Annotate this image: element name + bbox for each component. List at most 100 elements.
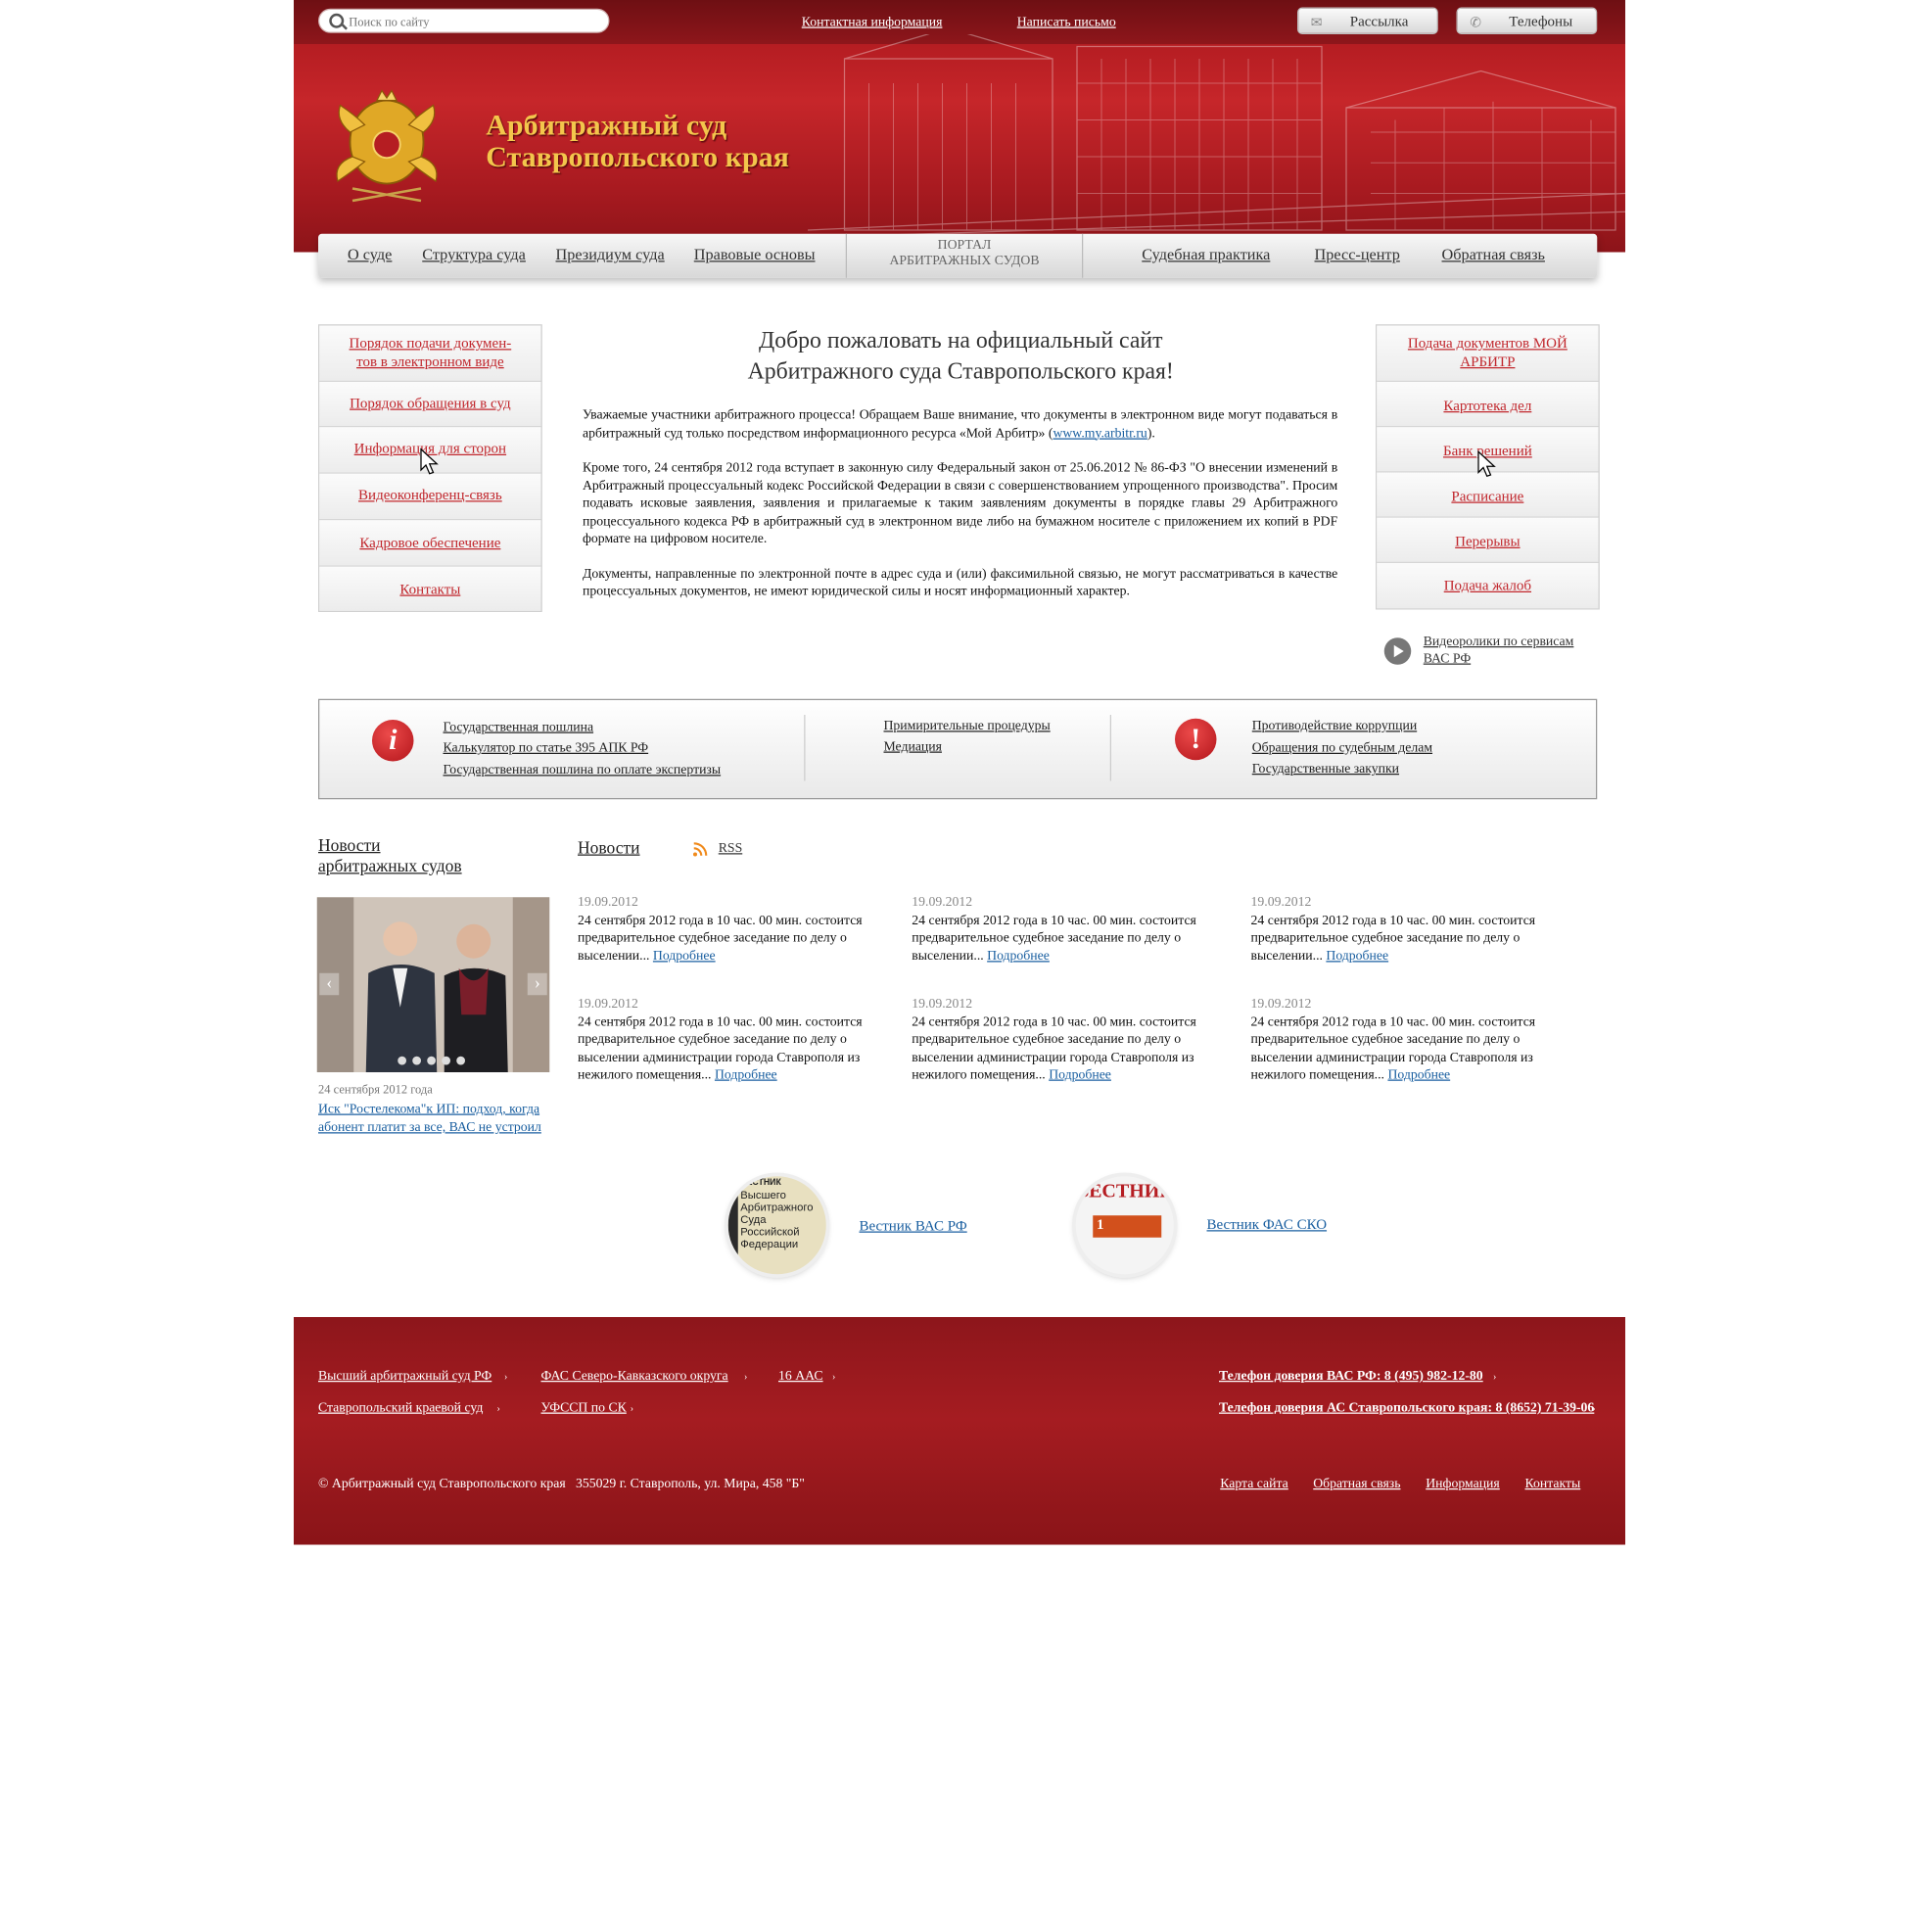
- arrow-icon: ›: [504, 1371, 508, 1383]
- conciliation-link[interactable]: Примирительные процедуры: [884, 719, 1051, 733]
- portal-line1: ПОРТАЛ: [937, 237, 992, 253]
- arrow-icon: ›: [744, 1371, 748, 1383]
- search-box: [318, 8, 610, 33]
- courthouse-illustration: [808, 34, 1625, 238]
- news-more-link[interactable]: Подробнее: [1387, 1067, 1450, 1082]
- news-text: нежилого помещения...: [1250, 1067, 1385, 1082]
- left-menu-item-electronic-filing[interactable]: Порядок подачи докумен- тов в электронно…: [319, 325, 541, 382]
- right-menu-item-my-arbitr[interactable]: Подача документов МОЙ АРБИТР: [1377, 325, 1599, 382]
- address-text: 355029 г. Ставрополь, ул. Мира, 458 "Б": [576, 1476, 805, 1491]
- fas-bulletin-link[interactable]: Вестник ФАС СКО: [1207, 1215, 1328, 1234]
- rss-link[interactable]: RSS: [719, 841, 742, 856]
- phones-button[interactable]: ✆ Телефоны: [1456, 7, 1598, 34]
- expertise-duty-link[interactable]: Государственная пошлина по оплате экспер…: [444, 763, 722, 778]
- footer-link-16aas[interactable]: 16 ААС: [778, 1369, 823, 1384]
- anti-corruption-link[interactable]: Противодействие коррупции: [1252, 719, 1417, 733]
- slider-next-arrow[interactable]: ›: [527, 972, 547, 996]
- news-text: выселении...: [1250, 948, 1323, 964]
- footer-phone-as[interactable]: Телефон доверия АС Ставропольского края:…: [1219, 1400, 1594, 1415]
- news-date: 19.09.2012: [912, 894, 973, 910]
- my-arbitr-link[interactable]: www.my.arbitr.ru: [1053, 425, 1147, 440]
- slider-dot[interactable]: [456, 1056, 465, 1065]
- footer-phone-vas[interactable]: Телефон доверия ВАС РФ: 8 (495) 982-12-8…: [1219, 1369, 1483, 1384]
- right-menu-item-complaints[interactable]: Подача жалоб: [1377, 563, 1599, 609]
- left-menu-item-contacts[interactable]: Контакты: [319, 566, 541, 611]
- slider-prev-arrow[interactable]: ‹: [319, 972, 340, 996]
- nav-item-structure[interactable]: Структура суда: [422, 245, 526, 264]
- news-more-link[interactable]: Подробнее: [653, 948, 716, 963]
- public-procurement-link[interactable]: Государственные закупки: [1252, 762, 1399, 777]
- vas-cover-text: Федерации: [740, 1237, 799, 1250]
- footer-link-feedback[interactable]: Обратная связь: [1313, 1477, 1400, 1491]
- left-menu-label: Кадровое обеспечение: [359, 534, 501, 551]
- nav-item-presidium[interactable]: Президиум суда: [556, 245, 665, 264]
- court-cases-appeals-link[interactable]: Обращения по судебным делам: [1252, 740, 1432, 755]
- left-menu-item-videoconference[interactable]: Видеоконференц-связь: [319, 473, 541, 521]
- vas-bulletin-cover[interactable]: ВЕСТНИК Высшего Арбитражного Суда Россий…: [727, 1176, 826, 1275]
- site-title: Арбитражный суд Ставропольского края: [486, 111, 789, 174]
- news-text: предварительное судебное заседание по де…: [912, 930, 1182, 945]
- right-menu-item-schedule[interactable]: Расписание: [1377, 472, 1599, 518]
- slider-dot[interactable]: [398, 1056, 406, 1065]
- nav-item-about[interactable]: О суде: [348, 245, 392, 264]
- nav-item-press-center[interactable]: Пресс-центр: [1315, 245, 1400, 264]
- video-line2: ВАС РФ: [1423, 651, 1472, 666]
- sidebar-news-date: 24 сентября 2012 года: [318, 1083, 433, 1097]
- news-more-link[interactable]: Подробнее: [1049, 1067, 1111, 1082]
- intro-paragraph-1: Уважаемые участники арбитражного процесс…: [583, 406, 1337, 442]
- search-input[interactable]: [346, 12, 596, 32]
- slider-dot[interactable]: [427, 1056, 436, 1065]
- left-menu-label: Порядок подачи докумен-: [349, 334, 512, 352]
- nav-portal-arbitration-courts[interactable]: ПОРТАЛ АРБИТРАЖНЫХ СУДОВ: [845, 233, 1084, 278]
- arrow-icon: ›: [1592, 1402, 1596, 1414]
- write-letter-link[interactable]: Написать письмо: [1017, 15, 1116, 29]
- welcome-heading: Добро пожаловать на официальный сайт Арб…: [582, 326, 1340, 388]
- contact-info-link[interactable]: Контактная информация: [802, 15, 943, 29]
- news-photo-slider[interactable]: ‹ ›: [316, 897, 550, 1072]
- left-menu-item-appeal-order[interactable]: Порядок обращения в суд: [319, 382, 541, 428]
- right-menu-item-breaks[interactable]: Перерывы: [1377, 517, 1599, 563]
- divider: [1109, 715, 1111, 781]
- nav-item-legal-basis[interactable]: Правовые основы: [694, 245, 816, 264]
- news-more-link[interactable]: Подробнее: [715, 1067, 777, 1082]
- footer-copyright: © Арбитражный суд Ставропольского края 3…: [318, 1477, 805, 1491]
- footer-link-ufssp[interactable]: УФССП по СК: [541, 1400, 627, 1415]
- vas-bulletin-link[interactable]: Вестник ВАС РФ: [860, 1217, 967, 1236]
- phones-button-label: Телефоны: [1509, 12, 1573, 30]
- right-menu-item-case-file[interactable]: Картотека дел: [1377, 382, 1599, 428]
- slider-dots: [398, 1049, 471, 1071]
- footer-link-sitemap[interactable]: Карта сайта: [1220, 1477, 1288, 1491]
- slider-dot[interactable]: [412, 1056, 421, 1065]
- slider-dot[interactable]: [442, 1056, 450, 1065]
- vas-cover-text: Суда Российской: [740, 1212, 800, 1238]
- fas-bulletin-cover[interactable]: ВЕСТНИК 1: [1075, 1176, 1174, 1275]
- footer-link-regional-court[interactable]: Ставропольский краевой суд: [318, 1400, 483, 1415]
- nav-item-judicial-practice[interactable]: Судебная практика: [1142, 245, 1270, 264]
- sidebar-news-title-link[interactable]: Иск "Ростелекома"к ИП: подход, когда або…: [318, 1101, 551, 1138]
- news-more-link[interactable]: Подробнее: [987, 948, 1050, 963]
- nav-item-feedback[interactable]: Обратная связь: [1442, 245, 1545, 264]
- state-duty-link[interactable]: Государственная пошлина: [444, 720, 594, 734]
- arbitration-news-heading[interactable]: Новости арбитражных судов: [318, 836, 462, 878]
- mailing-button[interactable]: ✉ Рассылка: [1297, 7, 1438, 34]
- calculator-395-link[interactable]: Калькулятор по статье 395 АПК РФ: [444, 740, 649, 755]
- left-menu-item-staffing[interactable]: Кадровое обеспечение: [319, 520, 541, 567]
- news-heading[interactable]: Новости: [578, 838, 640, 859]
- footer-link-information[interactable]: Информация: [1426, 1477, 1500, 1491]
- news-text: 24 сентября 2012 года в 10 час. 00 мин. …: [912, 912, 1196, 927]
- news-text: предварительное судебное заседание по де…: [1250, 1031, 1521, 1047]
- site-footer: Высший арбитражный суд РФ › ФАС Северо-К…: [294, 1317, 1625, 1545]
- news-text: предварительное судебное заседание по де…: [1250, 930, 1521, 945]
- news-text: 24 сентября 2012 года в 10 час. 00 мин. …: [578, 912, 863, 927]
- footer-link-contacts[interactable]: Контакты: [1525, 1477, 1581, 1491]
- footer-link-vas[interactable]: Высший арбитражный суд РФ: [318, 1369, 491, 1384]
- news-text: выселении администрации города Ставропол…: [912, 1049, 1194, 1064]
- left-menu-label: тов в электронном виде: [356, 353, 504, 370]
- left-menu-label: Контакты: [399, 580, 461, 598]
- left-menu-label: Порядок обращения в суд: [350, 394, 511, 412]
- footer-link-fas[interactable]: ФАС Северо-Кавказского округа: [541, 1369, 728, 1384]
- mediation-link[interactable]: Медиация: [884, 739, 942, 754]
- rss-icon[interactable]: [693, 842, 708, 857]
- arbitration-news-heading-line2: арбитражных судов: [318, 858, 462, 876]
- news-more-link[interactable]: Подробнее: [1326, 948, 1388, 963]
